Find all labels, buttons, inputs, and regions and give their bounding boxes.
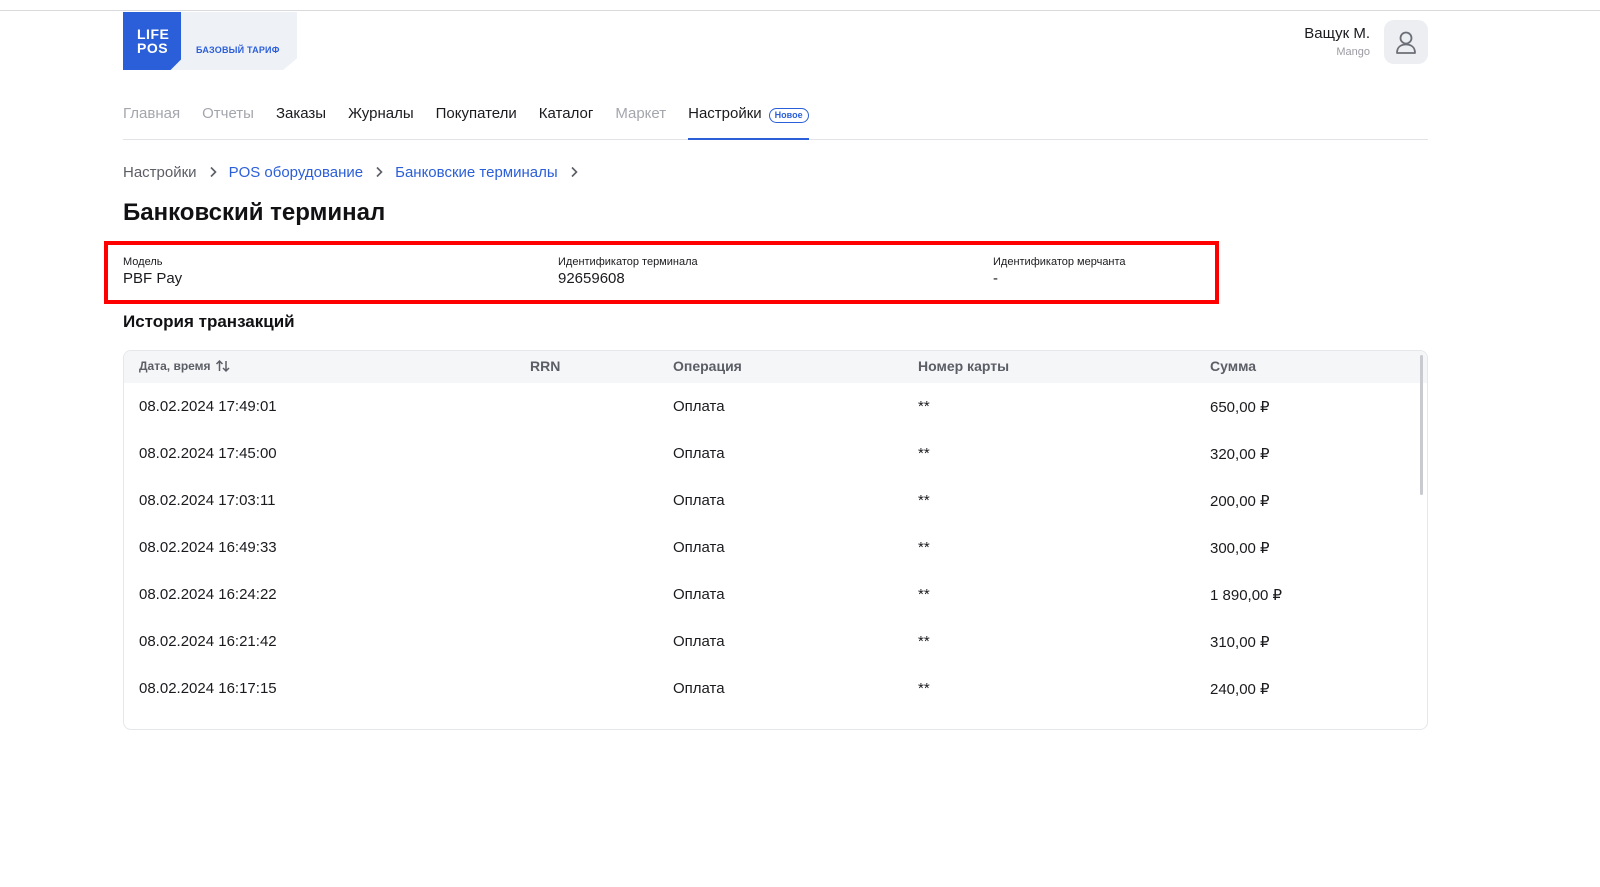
nav-item-home[interactable]: Главная [123,100,180,140]
cell-operation: Оплата [673,492,725,509]
table-row[interactable]: 08.02.2024 16:49:33 Оплата ** 300,00 ₽ [124,524,1427,571]
cell-datetime: 08.02.2024 17:45:00 [139,445,277,462]
merchant-id-field: Идентификатор мерчанта - [993,256,1126,287]
model-label: Модель [123,256,163,268]
cell-datetime: 08.02.2024 16:24:22 [139,586,277,603]
column-amount: Сумма [1210,358,1257,374]
nav-item-label: Заказы [275,105,327,122]
user-icon [1396,31,1416,54]
nav-item-settings[interactable]: Настройки Новое [688,100,809,140]
column-rrn: RRN [530,358,561,374]
main-nav: Главная Отчеты Заказы Журналы Покупатели… [123,100,1428,140]
cell-datetime: 08.02.2024 17:49:01 [139,398,277,415]
cell-card: ** [918,680,930,697]
cell-card: ** [918,445,930,462]
terminal-info-highlight: Модель PBF Pay Идентификатор терминала 9… [104,241,1219,304]
nav-item-label: Покупатели [435,105,517,122]
transactions-table: Дата, время RRN Операция Номер карты Сум… [123,350,1428,730]
new-badge: Новое [768,108,809,123]
cell-datetime: 08.02.2024 16:21:42 [139,633,277,650]
cell-operation: Оплата [673,398,725,415]
breadcrumb-bank-terminals[interactable]: Банковские терминалы [395,164,558,181]
cell-amount: 240,00 ₽ [1210,681,1270,698]
cell-operation: Оплата [673,445,725,462]
breadcrumb: Настройки POS оборудование Банковские те… [123,162,590,182]
logo-text-pos: POS [137,40,169,56]
cell-card: ** [918,539,930,556]
cell-datetime: 08.02.2024 17:03:11 [139,492,276,509]
table-row[interactable]: 08.02.2024 16:21:42 Оплата ** 310,00 ₽ [124,618,1427,665]
cell-datetime: 08.02.2024 16:49:33 [139,539,277,556]
breadcrumb-pos-equipment[interactable]: POS оборудование [229,164,364,181]
nav-item-journals[interactable]: Журналы [348,100,414,140]
column-datetime-label: Дата, время [139,359,211,373]
cell-card: ** [918,586,930,603]
top-divider [0,10,1600,11]
table-row[interactable]: 08.02.2024 16:24:22 Оплата ** 1 890,00 ₽ [124,571,1427,618]
tariff-label: БАЗОВЫЙ ТАРИФ [196,45,280,55]
nav-item-label: Каталог [538,105,594,122]
nav-item-label: Настройки [688,105,762,122]
cell-amount: 310,00 ₽ [1210,634,1270,651]
table-row[interactable]: 08.02.2024 17:03:11 Оплата ** 200,00 ₽ [124,477,1427,524]
logo[interactable]: LIFE POS БАЗОВЫЙ ТАРИФ [123,12,297,70]
table-row[interactable]: 08.02.2024 17:45:00 Оплата ** 320,00 ₽ [124,430,1427,477]
cell-operation: Оплата [673,539,725,556]
chevron-right-icon [209,166,217,178]
cell-operation: Оплата [673,633,725,650]
model-value: PBF Pay [123,270,183,287]
terminal-id-label: Идентификатор терминала [558,256,698,268]
nav-item-orders[interactable]: Заказы [276,100,326,140]
cell-card: ** [918,398,930,415]
chevron-right-icon [570,166,578,178]
cell-operation: Оплата [673,680,725,697]
user-name: Ващук М. [1304,25,1370,42]
column-card: Номер карты [918,358,1010,374]
cell-card: ** [918,492,930,509]
column-datetime[interactable]: Дата, время [139,359,231,373]
table-row[interactable]: 08.02.2024 16:17:15 Оплата ** 240,00 ₽ [124,665,1427,712]
sort-icon[interactable] [215,359,231,373]
history-title: История транзакций [123,312,295,331]
table-body: 08.02.2024 17:49:01 Оплата ** 650,00 ₽08.02… [124,383,1427,712]
nav-item-label: Маркет [615,105,667,122]
model-field: Модель PBF Pay [123,256,182,287]
cell-amount: 300,00 ₽ [1210,540,1270,557]
user-menu[interactable]: Ващук М. Mango [1168,20,1428,64]
scrollbar-thumb[interactable] [1420,355,1423,495]
nav-item-label: Журналы [348,105,414,122]
nav-item-customers[interactable]: Покупатели [436,100,517,140]
scrollbar[interactable] [1417,351,1427,729]
cell-datetime: 08.02.2024 16:17:15 [139,680,277,697]
chevron-right-icon [375,166,383,178]
merchant-id-label: Идентификатор мерчанта [993,256,1126,268]
nav-item-market[interactable]: Маркет [615,100,666,140]
cell-amount: 200,00 ₽ [1210,493,1270,510]
cell-amount: 650,00 ₽ [1210,399,1270,416]
cell-card: ** [918,633,930,650]
cell-amount: 1 890,00 ₽ [1210,587,1283,604]
nav-item-label: Главная [123,105,181,122]
nav-item-label: Отчеты [202,105,254,122]
breadcrumb-settings[interactable]: Настройки [123,164,197,181]
page-title: Банковский терминал [123,199,386,226]
cell-amount: 320,00 ₽ [1210,446,1270,463]
logo-mark: LIFE POS [123,12,181,70]
table-row[interactable]: 08.02.2024 17:49:01 Оплата ** 650,00 ₽ [124,383,1427,430]
column-operation: Операция [673,358,742,374]
terminal-id-value: 92659608 [558,270,625,287]
nav-item-catalog[interactable]: Каталог [539,100,594,140]
user-company: Mango [1336,46,1370,58]
cell-operation: Оплата [673,586,725,603]
avatar[interactable] [1384,20,1428,64]
nav-item-reports[interactable]: Отчеты [202,100,254,140]
logo-text-life: LIFE [137,26,170,42]
merchant-id-value: - [993,270,998,287]
table-header: Дата, время RRN Операция Номер карты Сум… [124,351,1427,383]
terminal-id-field: Идентификатор терминала 92659608 [558,256,698,287]
